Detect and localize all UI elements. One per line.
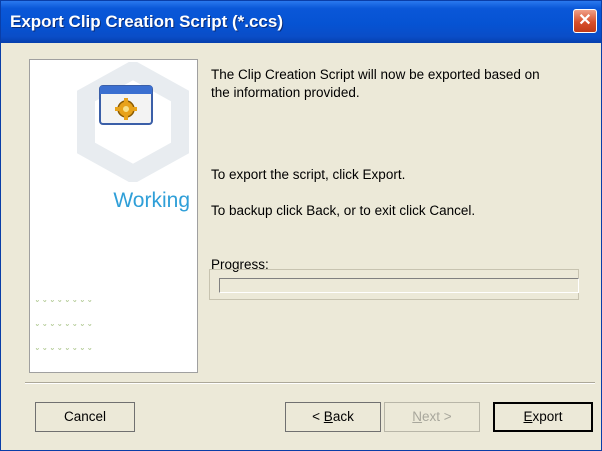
close-button[interactable]: ✕	[573, 9, 597, 33]
button-separator	[25, 382, 595, 384]
close-icon: ✕	[578, 12, 592, 29]
dot-row: ˘ ˘ ˘ ˘ ˘ ˘ ˘ ˘	[36, 299, 93, 309]
title-bar[interactable]: Export Clip Creation Script (*.ccs) ✕	[1, 1, 601, 43]
gear-window-icon	[99, 85, 153, 125]
dot-row: ˘ ˘ ˘ ˘ ˘ ˘ ˘ ˘	[36, 347, 93, 357]
export-mnemonic: E	[523, 409, 533, 424]
cancel-button[interactable]: Cancel	[35, 402, 135, 432]
next-rest: ext >	[422, 409, 452, 424]
dot-row: ˘ ˘ ˘ ˘ ˘ ˘ ˘ ˘	[36, 323, 93, 333]
decorative-dots: ˘ ˘ ˘ ˘ ˘ ˘ ˘ ˘ ˘ ˘ ˘ ˘ ˘ ˘ ˘ ˘ ˘ ˘ ˘ ˘ …	[30, 292, 196, 364]
export-instruction: To export the script, click Export.	[211, 167, 406, 182]
back-rest: ack	[332, 409, 354, 424]
progress-bar	[219, 278, 579, 293]
working-label: Working	[113, 189, 190, 212]
export-rest: xport	[532, 409, 563, 424]
export-dialog: Export Clip Creation Script (*.ccs) ✕ Wo…	[0, 0, 602, 451]
back-instruction: To backup click Back, or to exit click C…	[211, 203, 476, 218]
intro-text-line1: The Clip Creation Script will now be exp…	[211, 67, 540, 82]
intro-text-line2: the information provided.	[211, 85, 360, 100]
back-mnemonic: B	[323, 409, 333, 424]
wizard-side-panel: Working ˘ ˘ ˘ ˘ ˘ ˘ ˘ ˘ ˘ ˘ ˘ ˘ ˘ ˘ ˘ ˘ …	[29, 59, 198, 373]
back-button[interactable]: < Back	[285, 402, 381, 432]
back-prefix: <	[312, 409, 324, 424]
export-button[interactable]: Export	[493, 402, 593, 432]
next-mnemonic: N	[412, 409, 423, 424]
window-title: Export Clip Creation Script (*.ccs)	[10, 12, 283, 31]
next-button[interactable]: Next >	[384, 402, 480, 432]
